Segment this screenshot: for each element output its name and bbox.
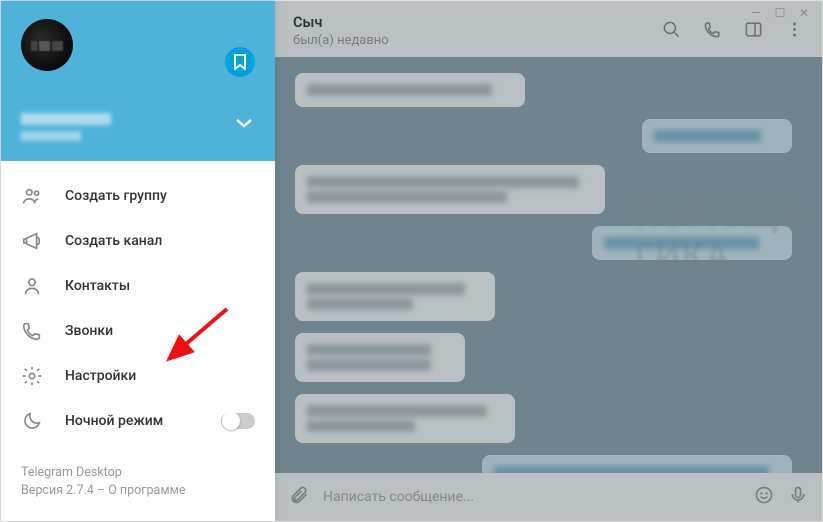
messages[interactable] bbox=[275, 57, 822, 473]
message-out[interactable] bbox=[482, 455, 792, 473]
moon-icon bbox=[21, 410, 43, 432]
menu-list: Создать группу Создать канал Контакты Зв… bbox=[1, 161, 275, 450]
menu-calls[interactable]: Звонки bbox=[1, 308, 275, 353]
username bbox=[21, 113, 111, 141]
chat-area: Сыч был(а) недавно ПОМОЩЬГИКА bbox=[275, 1, 822, 521]
sidebar-footer: Telegram Desktop Версия 2.7.4 – О програ… bbox=[1, 450, 275, 522]
menu-label: Создать группу bbox=[65, 188, 167, 204]
phone-icon bbox=[21, 320, 43, 342]
megaphone-icon bbox=[21, 230, 43, 252]
night-mode-toggle[interactable] bbox=[221, 413, 255, 429]
menu-night-mode[interactable]: Ночной режим bbox=[1, 398, 275, 443]
window-minimize[interactable]: — bbox=[750, 7, 762, 19]
gear-icon bbox=[21, 365, 43, 387]
menu-settings[interactable]: Настройки bbox=[1, 353, 275, 398]
menu-contacts[interactable]: Контакты bbox=[1, 263, 275, 308]
message-out[interactable] bbox=[642, 119, 792, 153]
chat-status: был(а) недавно bbox=[293, 33, 389, 48]
message-in[interactable] bbox=[295, 394, 515, 443]
search-icon bbox=[662, 20, 681, 39]
paperclip-icon bbox=[289, 485, 309, 505]
window-maximize[interactable]: ☐ bbox=[774, 7, 786, 19]
group-icon bbox=[21, 185, 43, 207]
chevron-down-icon bbox=[235, 117, 253, 129]
message-in[interactable] bbox=[295, 165, 605, 214]
menu-label: Создать канал bbox=[65, 233, 162, 249]
menu-label: Настройки bbox=[65, 368, 136, 384]
message-input-bar: Написать сообщение... bbox=[275, 473, 822, 521]
search-button[interactable] bbox=[662, 20, 681, 43]
message-in[interactable] bbox=[295, 272, 495, 321]
chat-title-block: Сыч был(а) недавно bbox=[293, 14, 389, 48]
message-out[interactable] bbox=[592, 226, 792, 260]
menu-create-group[interactable]: Создать группу bbox=[1, 173, 275, 218]
phone-icon bbox=[703, 20, 722, 39]
mic-icon bbox=[788, 485, 808, 505]
menu-label: Контакты bbox=[65, 278, 130, 294]
account-dropdown[interactable] bbox=[235, 114, 253, 133]
avatar[interactable] bbox=[21, 19, 73, 71]
person-icon bbox=[21, 275, 43, 297]
emoji-button[interactable] bbox=[754, 485, 774, 509]
message-input[interactable]: Написать сообщение... bbox=[323, 489, 740, 505]
voice-button[interactable] bbox=[788, 485, 808, 509]
app-name: Telegram Desktop bbox=[21, 464, 255, 483]
message-in[interactable] bbox=[295, 73, 525, 107]
sidebar-menu: Создать группу Создать канал Контакты Зв… bbox=[1, 1, 275, 521]
attach-button[interactable] bbox=[289, 485, 309, 509]
menu-label: Звонки bbox=[65, 323, 113, 339]
message-in[interactable] bbox=[295, 333, 465, 382]
app-version[interactable]: Версия 2.7.4 – О программе bbox=[21, 482, 255, 501]
saved-messages-button[interactable] bbox=[225, 47, 255, 77]
bookmark-icon bbox=[233, 54, 247, 70]
menu-label: Ночной режим bbox=[65, 413, 163, 429]
smile-icon bbox=[754, 485, 774, 505]
chat-title: Сыч bbox=[293, 14, 389, 31]
window-close[interactable]: ✕ bbox=[798, 7, 810, 19]
call-button[interactable] bbox=[703, 20, 722, 43]
sidebar-header bbox=[1, 1, 275, 161]
menu-create-channel[interactable]: Создать канал bbox=[1, 218, 275, 263]
